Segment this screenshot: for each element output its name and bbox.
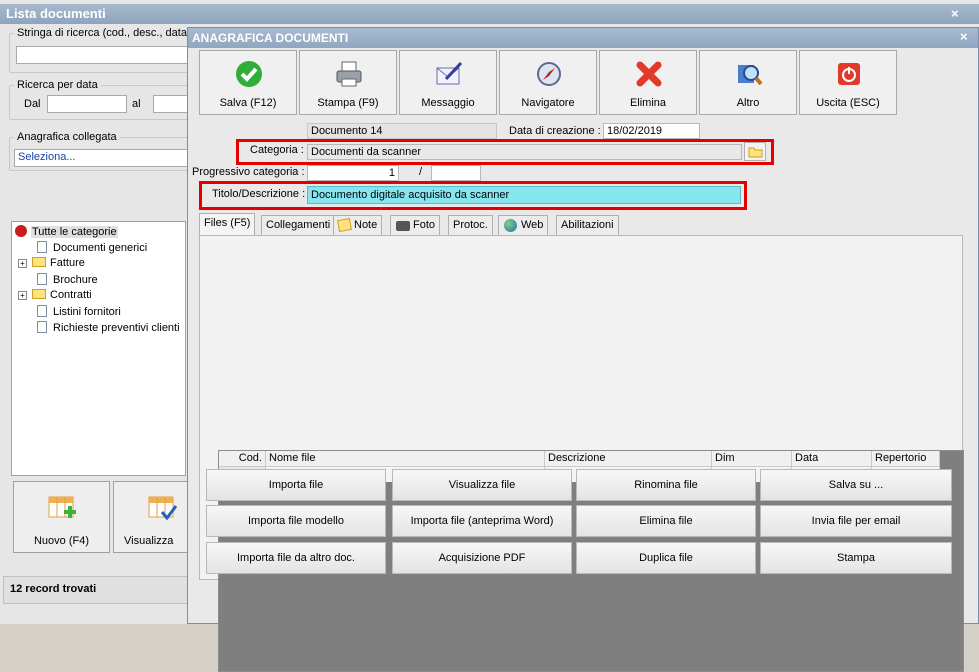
delete-x-icon: [636, 61, 662, 87]
search-label: Stringa di ricerca (cod., desc., data: [14, 27, 190, 39]
view-button[interactable]: Visualizza: [113, 481, 188, 553]
creation-date-field[interactable]: 18/02/2019: [603, 123, 700, 139]
document-icon: [37, 321, 47, 333]
message-button[interactable]: Messaggio: [399, 50, 497, 115]
import-word-preview-button[interactable]: Importa file (anteprima Word): [392, 505, 572, 537]
view-table-icon: [148, 496, 178, 521]
pdf-acquisition-button[interactable]: Acquisizione PDF: [392, 542, 572, 574]
exit-button[interactable]: Uscita (ESC): [799, 50, 897, 115]
dialog-title: ANAGRAFICA DOCUMENTI: [188, 28, 978, 48]
import-from-doc-button[interactable]: Importa file da altro doc.: [206, 542, 386, 574]
tab-files[interactable]: Files (F5): [199, 213, 256, 236]
creation-date-label: Data di creazione :: [509, 125, 601, 137]
files-panel: Cod. Nome file Descrizione Dim Data Repe…: [199, 235, 964, 672]
progressive-separator: /: [419, 166, 423, 178]
column-header-repertorio[interactable]: Repertorio: [872, 451, 940, 467]
import-template-button[interactable]: Importa file modello: [206, 505, 386, 537]
date-from-input[interactable]: [47, 95, 127, 113]
progressive-field[interactable]: 1: [307, 165, 399, 181]
add-table-icon: [48, 496, 76, 518]
new-button-label: Nuovo (F4): [33, 535, 90, 547]
envelope-pen-icon: [436, 61, 463, 85]
column-header-dim[interactable]: Dim: [712, 451, 792, 467]
new-button[interactable]: Nuovo (F4): [13, 481, 110, 553]
folder-open-icon: [748, 147, 763, 158]
print-button[interactable]: Stampa (F9): [299, 50, 397, 115]
document-icon: [37, 241, 47, 253]
power-icon: [838, 63, 860, 85]
tab-foto[interactable]: Foto: [390, 215, 441, 235]
search-input[interactable]: [16, 46, 188, 64]
camera-icon: [396, 221, 410, 231]
tab-web[interactable]: Web: [498, 215, 549, 235]
view-button-label: Visualizza: [124, 535, 174, 547]
tree-item-listini[interactable]: Listini fornitori: [37, 305, 121, 320]
document-icon: [37, 273, 47, 285]
date-to-label: al: [132, 98, 141, 110]
linked-select[interactable]: Seleziona...: [14, 149, 188, 167]
navigator-button[interactable]: Navigatore: [499, 50, 597, 115]
print-files-button[interactable]: Stampa: [760, 542, 952, 574]
category-browse-button[interactable]: [744, 142, 766, 161]
close-icon[interactable]: ×: [951, 6, 959, 21]
tab-note[interactable]: Note: [333, 215, 383, 235]
expand-icon[interactable]: +: [18, 259, 27, 268]
anagrafica-documenti-dialog: ANAGRAFICA DOCUMENTI × Salva (F12) Stamp…: [187, 27, 979, 672]
column-header-nome-file[interactable]: Nome file: [266, 451, 545, 467]
tab-protoc[interactable]: Protoc.: [448, 215, 493, 235]
save-to-button[interactable]: Salva su ...: [760, 469, 952, 501]
globe-icon: [504, 219, 517, 232]
tree-item-documenti-generici[interactable]: Documenti generici: [37, 241, 147, 256]
strawberry-icon: [15, 225, 27, 237]
column-header-descrizione[interactable]: Descrizione: [545, 451, 712, 467]
email-file-button[interactable]: Invia file per email: [760, 505, 952, 537]
folder-icon: [32, 257, 46, 267]
document-icon: [37, 305, 47, 317]
column-header-cod[interactable]: Cod.: [219, 451, 266, 467]
tab-collegamenti[interactable]: Collegamenti: [261, 215, 336, 235]
delete-file-button[interactable]: Elimina file: [576, 505, 756, 537]
title-field[interactable]: Documento digitale acquisito da scanner: [307, 186, 741, 204]
progressive-suffix-field[interactable]: [431, 165, 481, 181]
tab-abilitazioni[interactable]: Abilitazioni: [556, 215, 619, 235]
expand-icon[interactable]: +: [18, 291, 27, 300]
folder-icon: [32, 289, 46, 299]
note-icon: [337, 217, 352, 233]
delete-button[interactable]: Elimina: [599, 50, 697, 115]
tree-item-contratti[interactable]: + Contratti: [18, 289, 92, 304]
category-field[interactable]: Documenti da scanner: [307, 144, 742, 160]
document-number: Documento 14: [307, 123, 497, 139]
search-magnifier-icon: [738, 65, 763, 86]
date-from-label: Dal: [24, 98, 41, 110]
progressive-label: Progressivo categoria :: [192, 166, 305, 178]
save-button[interactable]: Salva (F12): [199, 50, 297, 115]
category-tree[interactable]: Tutte le categorie Documenti generici + F…: [11, 221, 186, 476]
printer-icon: [336, 61, 362, 87]
window-title: Lista documenti: [0, 4, 979, 24]
compass-icon: [537, 62, 561, 86]
rename-file-button[interactable]: Rinomina file: [576, 469, 756, 501]
category-label: Categoria :: [250, 144, 304, 156]
view-file-button[interactable]: Visualizza file: [392, 469, 572, 501]
linked-label: Anagrafica collegata: [14, 131, 120, 143]
close-icon[interactable]: ×: [960, 29, 968, 44]
other-button[interactable]: Altro: [699, 50, 797, 115]
date-to-input[interactable]: [153, 95, 188, 113]
import-file-button[interactable]: Importa file: [206, 469, 386, 501]
date-group-label: Ricerca per data: [14, 79, 101, 91]
tree-root[interactable]: Tutte le categorie: [15, 225, 118, 240]
column-header-data[interactable]: Data: [792, 451, 872, 467]
duplicate-file-button[interactable]: Duplica file: [576, 542, 756, 574]
tree-item-fatture[interactable]: + Fatture: [18, 257, 85, 272]
title-label: Titolo/Descrizione :: [212, 188, 306, 200]
status-bar: 12 record trovati: [3, 576, 193, 604]
tree-item-brochure[interactable]: Brochure: [37, 273, 98, 288]
checkmark-icon: [236, 61, 262, 87]
tree-item-preventivi[interactable]: Richieste preventivi clienti: [37, 321, 180, 336]
